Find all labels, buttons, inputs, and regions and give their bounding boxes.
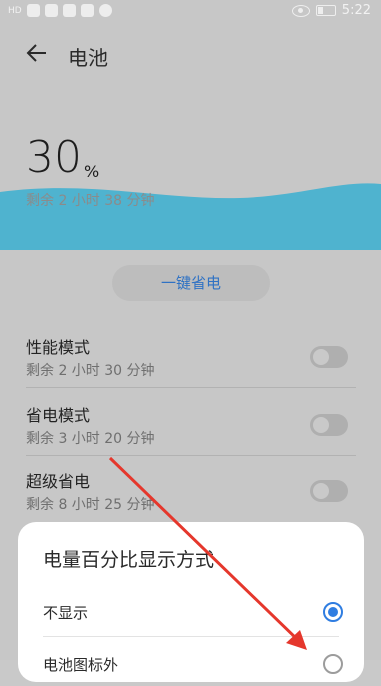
power-saving-mode-row[interactable]: 省电模式 剩余 3 小时 20 分钟 bbox=[26, 402, 356, 462]
divider bbox=[26, 387, 356, 388]
status-icons-left: HD bbox=[8, 4, 112, 17]
app-notification-icon bbox=[98, 4, 112, 17]
power-saving-mode-toggle[interactable] bbox=[310, 414, 348, 436]
option-label: 不显示 bbox=[43, 604, 89, 622]
status-bar: HD 5:22 bbox=[0, 0, 381, 24]
status-time: 5:22 bbox=[341, 3, 371, 18]
ultra-power-saving-row[interactable]: 超级省电 剩余 8 小时 25 分钟 bbox=[26, 468, 356, 528]
battery-icon bbox=[315, 5, 336, 16]
ultra-power-saving-toggle[interactable] bbox=[310, 480, 348, 502]
divider bbox=[43, 636, 339, 637]
back-arrow-icon[interactable] bbox=[26, 42, 48, 64]
percentage-display-sheet: 电量百分比显示方式 不显示 电池图标外 bbox=[18, 522, 364, 682]
row-title: 省电模式 bbox=[26, 406, 91, 425]
radio-unselected[interactable] bbox=[323, 654, 343, 674]
option-label: 电池图标外 bbox=[43, 656, 119, 674]
radio-selected[interactable] bbox=[323, 602, 343, 622]
page-title: 电池 bbox=[68, 46, 108, 70]
row-subtitle: 剩余 8 小时 25 分钟 bbox=[26, 497, 155, 513]
app-notification-icon bbox=[62, 4, 76, 17]
performance-mode-toggle[interactable] bbox=[310, 346, 348, 368]
one-click-save-button[interactable]: 一键省电 bbox=[112, 265, 270, 301]
app-notification-icon bbox=[80, 4, 94, 17]
row-subtitle: 剩余 2 小时 30 分钟 bbox=[26, 363, 155, 379]
option-hide[interactable]: 不显示 bbox=[43, 594, 343, 634]
battery-remaining-time: 剩余 2 小时 38 分钟 bbox=[26, 193, 155, 209]
sheet-title: 电量百分比显示方式 bbox=[43, 549, 215, 571]
divider bbox=[26, 455, 356, 456]
battery-percent-unit: % bbox=[84, 162, 100, 181]
eye-comfort-icon bbox=[291, 4, 310, 17]
battery-percent: 30 bbox=[26, 132, 82, 183]
battery-settings-screen: HD 5:22 电池 30 % 剩余 2 小时 38 分钟 一键省电 性能模式 … bbox=[0, 0, 381, 682]
app-notification-icon bbox=[44, 4, 58, 17]
row-subtitle: 剩余 3 小时 20 分钟 bbox=[26, 431, 155, 447]
status-icons-right: 5:22 bbox=[291, 3, 371, 18]
performance-mode-row[interactable]: 性能模式 剩余 2 小时 30 分钟 bbox=[26, 334, 356, 394]
option-outside-battery-icon[interactable]: 电池图标外 bbox=[43, 646, 343, 686]
signal-icon bbox=[26, 4, 40, 17]
row-title: 超级省电 bbox=[26, 472, 91, 491]
hd-indicator: HD bbox=[8, 5, 22, 16]
row-title: 性能模式 bbox=[26, 338, 91, 357]
app-header: 电池 bbox=[0, 30, 381, 80]
